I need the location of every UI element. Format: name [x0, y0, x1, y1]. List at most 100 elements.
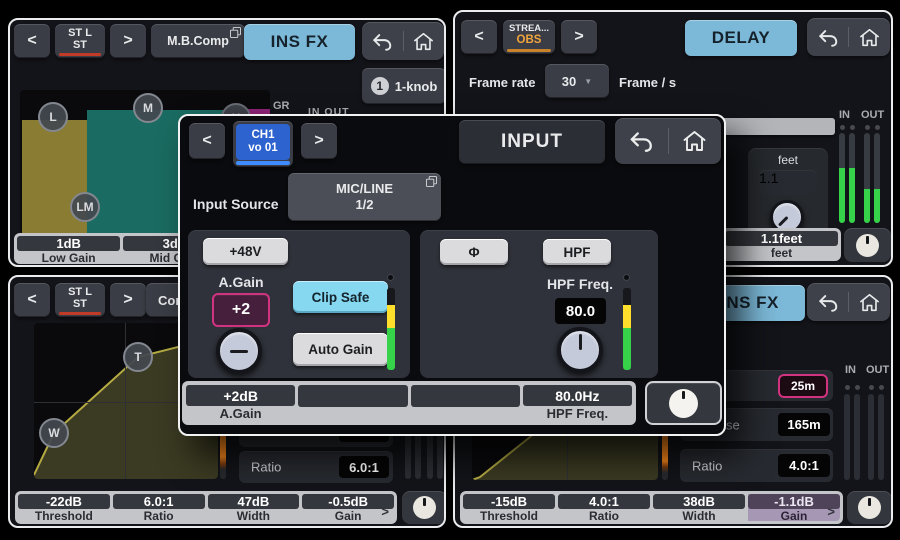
frame-rate-label: Frame rate: [469, 75, 535, 90]
one-knob-label: 1-knob: [395, 79, 438, 94]
hpf-freq-knob[interactable]: [557, 327, 603, 373]
home-icon[interactable]: [849, 283, 890, 321]
touch-knob-button[interactable]: [402, 491, 446, 524]
channel-name-2: OBS: [517, 34, 542, 46]
mixer-screen: < ST L ST > M.B.Comp INS FX 1 1-knob GR …: [0, 0, 900, 540]
param-cell-width[interactable]: 38dBWidth: [653, 494, 745, 521]
hpf-freq-label: HPF Freq.: [538, 276, 622, 292]
knob-icon: [669, 389, 698, 418]
touch-knob-button[interactable]: [847, 491, 892, 524]
channel-name: ST L: [68, 287, 92, 299]
in-meter: [854, 394, 860, 480]
ratio-label: Ratio: [251, 460, 281, 475]
knob-pointer: [230, 350, 248, 353]
undo-icon[interactable]: [807, 18, 848, 56]
home-icon[interactable]: [404, 22, 445, 60]
ratio-value[interactable]: 4.0:1: [778, 454, 830, 477]
in-meter-label: IN: [845, 364, 856, 376]
home-icon[interactable]: [669, 118, 722, 164]
band-knob-l[interactable]: L: [38, 102, 68, 132]
nav-next-button[interactable]: >: [301, 123, 337, 159]
again-knob[interactable]: [216, 328, 262, 374]
band-knob-lm[interactable]: LM: [70, 192, 100, 222]
chevron-left-icon: <: [474, 28, 483, 46]
width-knob-w[interactable]: W: [39, 418, 69, 448]
threshold-knob-t[interactable]: T: [123, 342, 153, 372]
undo-icon[interactable]: [615, 118, 668, 164]
analog-gain-section: +48V A.Gain +2 Clip Safe Auto Gain: [188, 230, 410, 378]
hpf-button[interactable]: HPF: [543, 239, 611, 265]
out-meter: [878, 394, 884, 480]
clip-indicator-dot: [387, 274, 394, 281]
param-cell-delay[interactable]: 1.1feetfeet: [725, 231, 838, 258]
again-value[interactable]: +2: [212, 293, 270, 327]
channel-select-button[interactable]: ST L ST: [55, 24, 105, 58]
hpf-section: Φ HPF HPF Freq. 80.0: [420, 230, 658, 378]
attack-value[interactable]: 25m: [778, 374, 828, 398]
in-meter: [844, 394, 850, 480]
undo-icon[interactable]: [362, 22, 403, 60]
param-footer-strip: -22dBThreshold 6.0:1Ratio 47dBWidth -0.5…: [15, 491, 397, 524]
param-cell-again[interactable]: +2dBA.Gain: [186, 385, 295, 421]
param-footer-strip: -15dBThreshold 4.0:1Ratio 38dBWidth -1.1…: [460, 491, 843, 524]
param-footer-strip: +2dBA.Gain 80.0HzHPF Freq.: [182, 381, 636, 425]
param-cell-width[interactable]: 47dBWidth: [208, 494, 300, 521]
knob-pointer: [778, 216, 788, 226]
phase-button[interactable]: Φ: [440, 239, 508, 265]
input-source-label: Input Source: [193, 196, 279, 212]
clip-safe-button[interactable]: Clip Safe: [293, 281, 388, 313]
nav-back-button[interactable]: <: [461, 20, 497, 54]
channel-select-button[interactable]: ST L ST: [55, 283, 105, 317]
channel-select-button[interactable]: STREA... OBS: [503, 20, 555, 54]
gr-meter-label: GR: [273, 100, 290, 112]
hpf-freq-value[interactable]: 80.0: [555, 298, 606, 324]
touch-knob-button[interactable]: [844, 228, 891, 262]
param-cell-threshold[interactable]: -15dBThreshold: [463, 494, 555, 521]
in-meter: [839, 133, 845, 223]
param-cell-ratio[interactable]: 6.0:1Ratio: [113, 494, 205, 521]
input-source-button[interactable]: MIC/LINE 1/2: [288, 173, 441, 221]
auto-gain-button[interactable]: Auto Gain: [293, 333, 388, 366]
param-cell-3[interactable]: [411, 385, 520, 421]
phantom-48v-button[interactable]: +48V: [203, 238, 288, 265]
param-cell-threshold[interactable]: -22dBThreshold: [18, 494, 110, 521]
in-clip-dot: [845, 385, 850, 390]
nav-next-button[interactable]: >: [110, 24, 146, 58]
delay-value[interactable]: 1.1: [759, 170, 817, 194]
channel-color-bar: [59, 312, 101, 315]
frame-rate-dropdown[interactable]: 30 ▼: [545, 64, 609, 98]
param-cell-2[interactable]: [298, 385, 407, 421]
param-cell-ratio[interactable]: 4.0:1Ratio: [558, 494, 650, 521]
popup-title: INPUT: [459, 120, 605, 164]
param-cell-low-gain[interactable]: 1dBLow Gain: [17, 236, 120, 261]
undo-icon[interactable]: [807, 283, 848, 321]
preset-library-button[interactable]: M.B.Comp: [151, 24, 245, 58]
release-value[interactable]: 165m: [778, 413, 830, 436]
nav-next-button[interactable]: >: [110, 283, 146, 317]
band-knob-m[interactable]: M: [133, 93, 163, 123]
chevron-left-icon: <: [27, 291, 36, 309]
param-cell-hpf-freq[interactable]: 80.0HzHPF Freq.: [523, 385, 632, 421]
channel-name-2: ST: [73, 299, 87, 311]
touch-knob-button[interactable]: [645, 381, 722, 425]
chevron-right-icon: >: [123, 291, 132, 309]
nav-back-button[interactable]: <: [14, 24, 50, 58]
param-cell-gain-selected[interactable]: -1.1dBGain>: [748, 494, 840, 521]
one-knob-icon: 1: [371, 77, 389, 95]
nav-icon-group: [807, 18, 890, 56]
delay-value-group: feet 1.1: [748, 148, 828, 240]
out-meter: [868, 394, 874, 480]
one-knob-button[interactable]: 1 1-knob: [362, 68, 446, 104]
home-icon[interactable]: [849, 18, 890, 56]
ratio-row: Ratio 6.0:1: [239, 451, 393, 483]
ratio-value[interactable]: 6.0:1: [339, 456, 389, 478]
nav-back-button[interactable]: <: [189, 123, 225, 159]
page-title: INS FX: [244, 24, 355, 60]
nav-back-button[interactable]: <: [14, 283, 50, 317]
channel-select-button[interactable]: CH1 vo 01: [233, 121, 293, 167]
in-clip-dot: [850, 125, 855, 130]
param-cell-gain[interactable]: -0.5dBGain>: [302, 494, 394, 521]
nav-next-button[interactable]: >: [561, 20, 597, 54]
nav-icon-group: [615, 118, 721, 164]
out-clip-dot: [865, 125, 870, 130]
